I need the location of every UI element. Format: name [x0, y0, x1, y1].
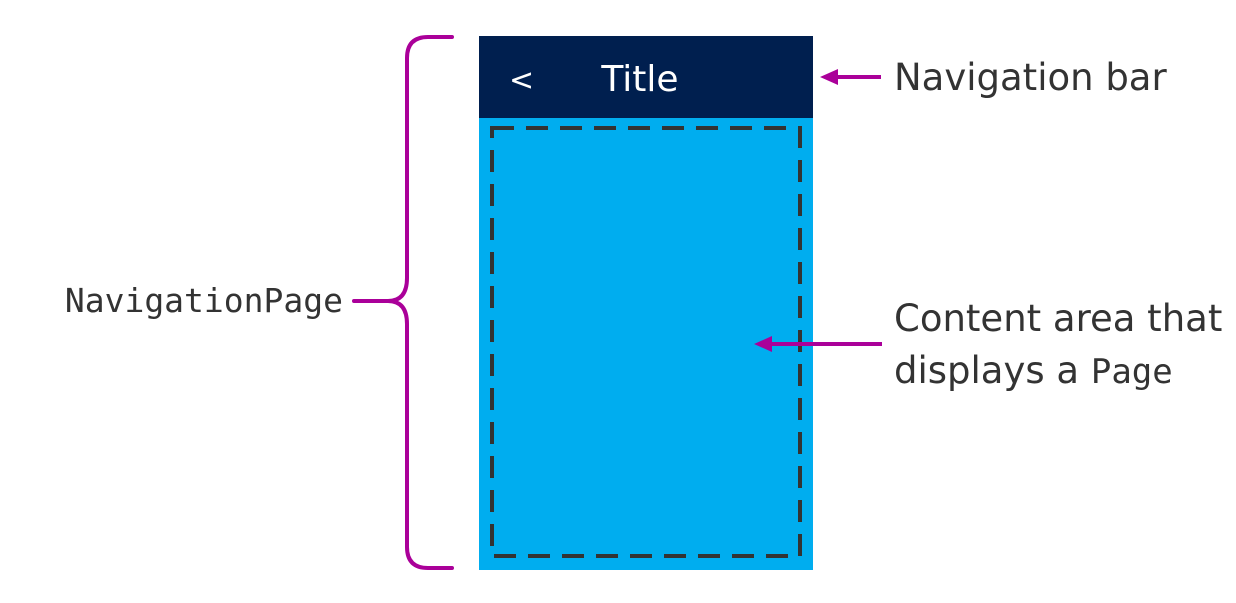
- phone-mockup: < Title: [479, 36, 813, 570]
- back-button[interactable]: <: [509, 63, 534, 98]
- navigation-bar-arrow: [820, 69, 881, 85]
- navigation-bar-label: Navigation bar: [894, 56, 1167, 99]
- content-area-label-line2: displays a Page: [894, 349, 1173, 392]
- navigation-page-label: NavigationPage: [65, 281, 343, 320]
- navigation-page-brace: [352, 35, 454, 570]
- navigation-page-diagram: < Title NavigationPage Navigation bar Co…: [65, 35, 1222, 570]
- navigation-title: Title: [600, 59, 678, 100]
- content-area-label-line1: Content area that: [894, 297, 1222, 340]
- content-area-label-code: Page: [1091, 352, 1173, 392]
- content-area-label-prefix: displays a: [894, 349, 1091, 392]
